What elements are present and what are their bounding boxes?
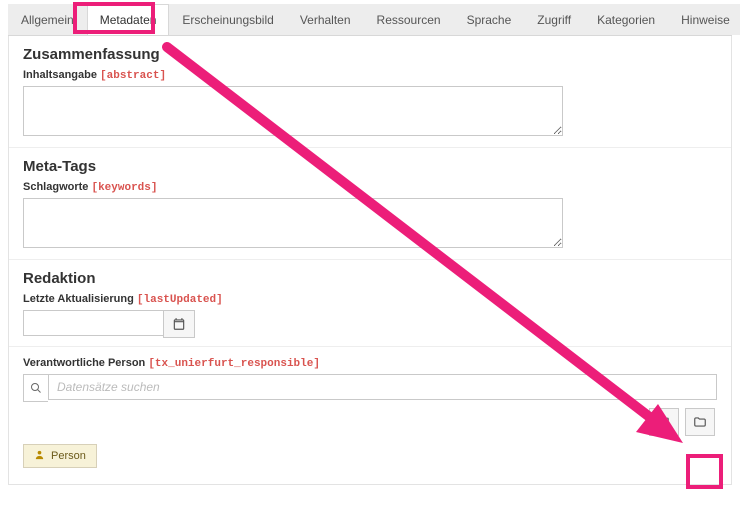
calendar-button[interactable] xyxy=(163,310,195,338)
section-responsible: Verantwortliche Person [tx_unierfurt_res… xyxy=(9,347,731,476)
clipboard-button[interactable] xyxy=(649,408,679,436)
section-title-metatags: Meta-Tags xyxy=(23,158,717,175)
section-metatags: Meta-Tags Schlagworte [keywords] xyxy=(9,148,731,260)
abstract-textarea[interactable] xyxy=(23,86,563,136)
tab-allgemein[interactable]: Allgemein xyxy=(8,4,87,35)
clipboard-icon xyxy=(658,416,671,429)
lastupdated-input[interactable] xyxy=(23,310,163,336)
tab-hinweise[interactable]: Hinweise xyxy=(668,4,740,35)
tab-kategorien[interactable]: Kategorien xyxy=(584,4,668,35)
label-abstract: Inhaltsangabe [abstract] xyxy=(23,69,717,82)
folder-icon xyxy=(693,415,707,429)
responsible-actions xyxy=(23,408,717,436)
responsible-search-row xyxy=(23,374,717,402)
folder-button[interactable] xyxy=(685,408,715,436)
tab-zugriff[interactable]: Zugriff xyxy=(524,4,584,35)
tab-verhalten[interactable]: Verhalten xyxy=(287,4,364,35)
tab-bar: Allgemein Metadaten Erscheinungsbild Ver… xyxy=(8,4,732,36)
window: Allgemein Metadaten Erscheinungsbild Ver… xyxy=(0,0,740,525)
section-summary: Zusammenfassung Inhaltsangabe [abstract] xyxy=(9,36,731,148)
calendar-icon xyxy=(172,317,186,331)
label-responsible: Verantwortliche Person [tx_unierfurt_res… xyxy=(23,357,717,370)
keywords-textarea[interactable] xyxy=(23,198,563,248)
tab-erscheinungsbild[interactable]: Erscheinungsbild xyxy=(169,4,286,35)
search-icon xyxy=(30,382,42,394)
label-lastupdated: Letzte Aktualisierung [lastUpdated] xyxy=(23,293,717,306)
label-keywords: Schlagworte [keywords] xyxy=(23,181,717,194)
lastupdated-row xyxy=(23,310,717,338)
tab-ressourcen[interactable]: Ressourcen xyxy=(364,4,454,35)
person-type-button[interactable]: Person xyxy=(23,444,97,468)
person-icon xyxy=(34,449,45,463)
responsible-search-input[interactable] xyxy=(48,374,717,400)
tab-metadaten[interactable]: Metadaten xyxy=(87,4,170,35)
section-redaktion: Redaktion Letzte Aktualisierung [lastUpd… xyxy=(9,260,731,347)
section-title-redaktion: Redaktion xyxy=(23,270,717,287)
form-content: Zusammenfassung Inhaltsangabe [abstract]… xyxy=(8,36,732,485)
search-icon-box xyxy=(23,374,48,402)
section-title-summary: Zusammenfassung xyxy=(23,46,717,63)
tab-sprache[interactable]: Sprache xyxy=(454,4,525,35)
